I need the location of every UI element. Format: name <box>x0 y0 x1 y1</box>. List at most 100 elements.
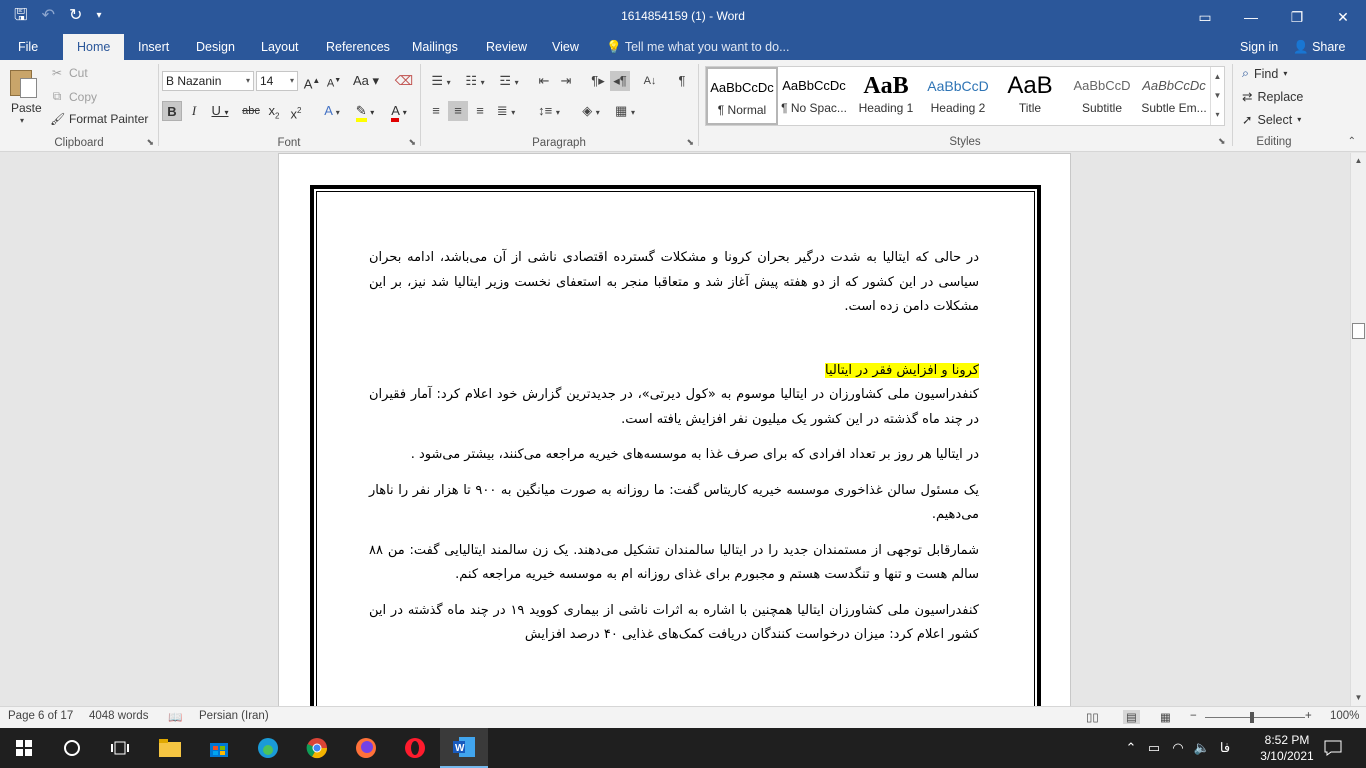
document-body[interactable]: در حالی که ایتالیا به شدت درگیر بحران کر… <box>369 246 979 659</box>
tell-me-box[interactable]: 💡 Tell me what you want to do... <box>606 34 790 60</box>
highlight-color-icon[interactable]: ✎ ▾ <box>350 101 380 122</box>
input-language[interactable]: فا <box>1214 740 1236 756</box>
zoom-in-icon[interactable]: + <box>1305 710 1312 722</box>
align-center-icon[interactable]: ≡ <box>448 101 468 121</box>
line-spacing-icon[interactable]: ↕≡ ▾ <box>534 101 564 121</box>
superscript-button[interactable]: x2 <box>286 101 306 121</box>
word-taskbar-icon[interactable]: W <box>440 728 488 768</box>
font-size-combo[interactable]: 14 ▾ <box>256 71 298 91</box>
paragraph[interactable]: کنفدراسیون ملی کشاورزان در ایتالیا موسوم… <box>369 383 979 432</box>
zoom-level[interactable]: 100% <box>1330 710 1359 722</box>
multilevel-list-icon[interactable]: ☲ ▾ <box>494 71 524 91</box>
rtl-direction-icon[interactable]: ◂¶ <box>610 71 630 91</box>
select-button[interactable]: ➚ Select ▾ <box>1242 112 1301 128</box>
bullets-icon[interactable]: ☰ ▾ <box>426 71 456 91</box>
store-icon[interactable] <box>195 728 243 768</box>
bold-button[interactable]: B <box>162 101 182 121</box>
ltr-direction-icon[interactable]: ¶▸ <box>588 71 608 91</box>
italic-button[interactable]: I <box>184 101 204 121</box>
web-layout-icon[interactable]: ▦ <box>1160 710 1171 724</box>
highlighted-heading[interactable]: کرونا و افزایش فقر در ایتالیا <box>825 362 979 378</box>
format-painter-button[interactable]: 🖌 Format Painter <box>50 112 148 126</box>
strikethrough-button[interactable]: abc <box>240 101 262 121</box>
windows-start-icon[interactable] <box>0 728 48 768</box>
chevron-up-icon[interactable]: ⌃ <box>1120 740 1142 756</box>
style-heading-1[interactable]: AaB Heading 1 <box>850 67 922 125</box>
style-subtitle[interactable]: AaBbCcD Subtitle <box>1066 67 1138 125</box>
language-status[interactable]: Persian (Iran) <box>199 710 269 722</box>
tab-layout[interactable]: Layout <box>257 34 303 60</box>
chrome-icon[interactable] <box>293 728 341 768</box>
sort-icon[interactable]: A↓ <box>640 71 660 91</box>
zoom-slider[interactable] <box>1205 717 1305 718</box>
page-count[interactable]: Page 6 of 17 <box>8 710 73 722</box>
grow-font-button[interactable]: A▲ <box>302 71 322 91</box>
find-button[interactable]: ⌕ Find ▾ <box>1242 66 1287 81</box>
collapse-ribbon-icon[interactable]: ⌃ <box>1348 136 1356 147</box>
opera-icon[interactable] <box>391 728 439 768</box>
paragraph[interactable]: در ایتالیا هر روز بر تعداد افرادی که برا… <box>369 443 979 468</box>
battery-icon[interactable]: ▭ <box>1142 740 1166 756</box>
style-subtle-emphasis[interactable]: AaBbCcDc Subtle Em... <box>1138 67 1210 125</box>
paste-icon[interactable] <box>10 66 38 98</box>
numbering-icon[interactable]: ☷ ▾ <box>460 71 490 91</box>
read-mode-icon[interactable]: ▯▯ <box>1086 710 1099 724</box>
tab-insert[interactable]: Insert <box>134 34 173 60</box>
font-name-combo[interactable]: B Nazanin ▾ <box>162 71 254 91</box>
subscript-button[interactable]: x2 <box>264 101 284 121</box>
scroll-up-icon[interactable]: ▲ <box>1351 153 1366 169</box>
copy-button[interactable]: ⧉ Copy <box>50 89 97 104</box>
show-formatting-marks-icon[interactable]: ¶ <box>672 71 692 91</box>
tab-review[interactable]: Review <box>482 34 531 60</box>
clock[interactable]: 8:52 PM 3/10/2021 <box>1256 732 1318 764</box>
paste-button[interactable]: Paste <box>11 101 42 115</box>
clipboard-launcher-icon[interactable]: ⬊ <box>146 137 154 148</box>
style-heading-2[interactable]: AaBbCcD Heading 2 <box>922 67 994 125</box>
sign-in-link[interactable]: Sign in <box>1240 34 1278 60</box>
edge-icon[interactable] <box>244 728 292 768</box>
zoom-out-icon[interactable]: − <box>1190 710 1197 722</box>
shrink-font-button[interactable]: A▼ <box>324 71 344 91</box>
restore-icon[interactable]: ❐ <box>1274 0 1320 34</box>
underline-button[interactable]: U ▾ <box>206 101 234 121</box>
paste-dropdown-icon[interactable]: ▾ <box>20 116 24 125</box>
tab-home[interactable]: Home <box>63 34 125 61</box>
scroll-down-icon[interactable]: ▼ <box>1351 690 1366 706</box>
ribbon-display-options-icon[interactable]: ▭ <box>1182 0 1228 34</box>
paragraph[interactable]: در حالی که ایتالیا به شدت درگیر بحران کر… <box>369 246 979 320</box>
scroll-thumb[interactable] <box>1352 323 1365 339</box>
borders-icon[interactable]: ▦ ▾ <box>610 101 640 121</box>
paragraph[interactable]: کنفدراسیون ملی کشاورزان ایتالیا همچنین ب… <box>369 599 979 648</box>
cut-button[interactable]: ✂ Cut <box>50 66 88 80</box>
wifi-icon[interactable]: ◠ <box>1166 740 1190 756</box>
firefox-icon[interactable] <box>342 728 390 768</box>
section-heading[interactable]: کرونا و افزایش فقر در ایتالیا <box>369 359 979 384</box>
chevron-up-icon[interactable]: ▲ <box>1211 67 1224 86</box>
font-launcher-icon[interactable]: ⬊ <box>408 137 416 148</box>
close-icon[interactable]: ✕ <box>1320 0 1366 34</box>
tab-mailings[interactable]: Mailings <box>408 34 462 60</box>
document-area[interactable]: در حالی که ایتالیا به شدت درگیر بحران کر… <box>0 153 1350 706</box>
more-styles-icon[interactable]: ▾ <box>1211 105 1224 124</box>
tab-view[interactable]: View <box>548 34 583 60</box>
paragraph[interactable]: یک مسئول سالن غذاخوری موسسه خیریه کاریتا… <box>369 479 979 528</box>
style-normal[interactable]: AaBbCcDc ¶ Normal <box>706 67 778 125</box>
task-view-icon[interactable] <box>96 728 144 768</box>
style-title[interactable]: AaB Title <box>994 67 1066 125</box>
vertical-scrollbar[interactable]: ▲ ▼ <box>1350 153 1366 706</box>
decrease-indent-icon[interactable]: ⇤ <box>534 71 554 91</box>
align-left-icon[interactable]: ≡ <box>426 101 446 121</box>
tab-references[interactable]: References <box>322 34 394 60</box>
document-page[interactable]: در حالی که ایتالیا به شدت درگیر بحران کر… <box>278 153 1071 706</box>
clear-formatting-icon[interactable]: ⌫ <box>394 71 414 91</box>
search-icon[interactable] <box>48 728 96 768</box>
justify-icon[interactable]: ≣ ▾ <box>492 101 520 121</box>
align-right-icon[interactable]: ≡ <box>470 101 490 121</box>
minimize-icon[interactable]: — <box>1228 0 1274 34</box>
paragraph[interactable]: شمارقابل توجهی از مستمندان جدید را در ای… <box>369 539 979 588</box>
zoom-slider-thumb[interactable] <box>1250 712 1254 723</box>
shading-icon[interactable]: ◈ ▾ <box>576 101 606 121</box>
volume-icon[interactable]: 🔈 <box>1190 740 1214 756</box>
tab-file[interactable]: File <box>14 34 42 60</box>
increase-indent-icon[interactable]: ⇥ <box>556 71 576 91</box>
